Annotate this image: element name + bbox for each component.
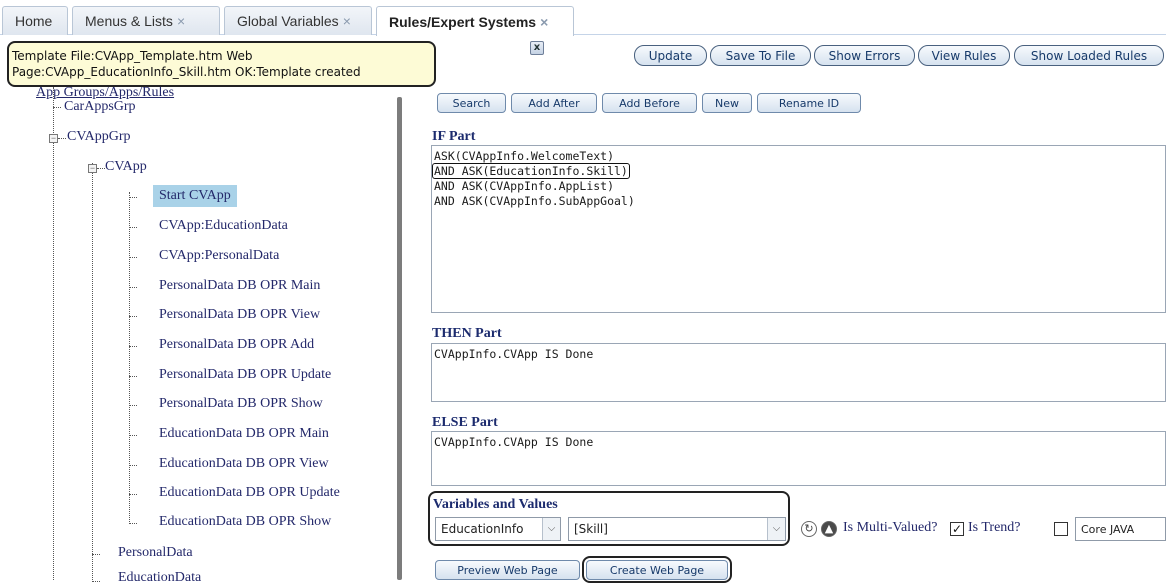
tree-line [129, 405, 137, 406]
variable-select[interactable]: EducationInfo ⌵ [435, 517, 561, 541]
collapse-icon[interactable]: − [49, 134, 58, 143]
tree-rule[interactable]: CVApp:PersonalData [159, 248, 279, 264]
tab-rules-expert-systems[interactable]: Rules/Expert Systems × [376, 6, 574, 36]
tree-line [92, 163, 93, 580]
value-select[interactable]: [Skill] ⌵ [568, 517, 786, 541]
tree-rule[interactable]: PersonalData DB OPR View [159, 307, 320, 323]
save-to-file-button[interactable]: Save To File [710, 45, 811, 66]
tree-node-car-apps-grp[interactable]: CarAppsGrp [64, 99, 136, 115]
tree-rule[interactable]: EducationData DB OPR Show [159, 514, 331, 530]
close-icon[interactable]: × [540, 14, 548, 30]
tab-bar: Home Menus & Lists × Global Variables × … [0, 0, 1166, 36]
tree-rule[interactable]: PersonalData DB OPR Main [159, 278, 320, 294]
tree-line [129, 287, 137, 288]
tree-node-personal-data[interactable]: PersonalData [118, 545, 193, 561]
tree-rule[interactable]: EducationData DB OPR Update [159, 485, 340, 501]
if-line-highlighted: AND ASK(EducationInfo.Skill) [432, 163, 630, 179]
chevron-down-icon: ⌵ [542, 518, 560, 540]
chevron-down-icon: ⌵ [767, 518, 785, 540]
trend-label: Is Trend? [968, 520, 1021, 535]
value-select-value: [Skill] [574, 522, 608, 536]
view-rules-button[interactable]: View Rules [918, 45, 1010, 66]
refresh-icon[interactable]: ↻ [801, 521, 817, 537]
tree-line [129, 376, 137, 377]
tree-line [129, 192, 130, 522]
add-after-button[interactable]: Add After [511, 93, 597, 113]
update-button[interactable]: Update [634, 45, 707, 66]
else-line: CVAppInfo.CVApp IS Done [434, 435, 594, 449]
create-web-page-button[interactable]: Create Web Page [586, 560, 728, 580]
variable-select-value: EducationInfo [441, 522, 524, 536]
tree-line [92, 554, 100, 555]
if-line: ASK(CVAppInfo.WelcomeText) [434, 149, 615, 163]
then-part-textarea[interactable]: CVAppInfo.CVApp IS Done [431, 343, 1166, 402]
add-before-button[interactable]: Add Before [602, 93, 697, 113]
tree-rule[interactable]: PersonalData DB OPR Update [159, 367, 331, 383]
show-errors-button[interactable]: Show Errors [814, 45, 915, 66]
collapse-icon[interactable]: − [88, 164, 97, 173]
new-button[interactable]: New [702, 93, 752, 113]
tree-line [129, 197, 137, 198]
then-part-label: THEN Part [432, 326, 502, 341]
tree-line [129, 523, 137, 524]
tree-line [53, 107, 61, 108]
show-loaded-rules-button[interactable]: Show Loaded Rules [1014, 45, 1164, 66]
tree-line [92, 581, 100, 582]
tree-line [129, 257, 137, 258]
then-line: CVAppInfo.CVApp IS Done [434, 347, 594, 361]
tree-line [58, 138, 66, 139]
if-line: AND ASK(CVAppInfo.SubAppGoal) [434, 194, 635, 208]
tab-label: Home [15, 13, 53, 29]
tree-line [129, 227, 137, 228]
search-button[interactable]: Search [437, 93, 506, 113]
close-icon[interactable]: × [177, 13, 185, 29]
tab-label: Rules/Expert Systems [389, 13, 537, 30]
close-icon[interactable]: × [343, 13, 351, 29]
preview-web-page-button[interactable]: Preview Web Page [435, 560, 580, 580]
status-notice: Template File:CVApp_Template.htm Web Pag… [7, 41, 436, 87]
tab-global-variables[interactable]: Global Variables × [224, 6, 372, 35]
else-part-label: ELSE Part [432, 415, 498, 430]
tree-rule[interactable]: PersonalData DB OPR Show [159, 396, 323, 412]
tree-rule-selected[interactable]: Start CVApp [153, 185, 237, 207]
tab-label: Menus & Lists [85, 13, 173, 29]
multi-valued-label: Is Multi-Valued? [843, 520, 938, 535]
if-line: AND ASK(CVAppInfo.AppList) [434, 179, 615, 193]
tree-rule[interactable]: PersonalData DB OPR Add [159, 337, 314, 353]
variables-label: Variables and Values [433, 497, 558, 512]
tab-home[interactable]: Home [2, 6, 68, 35]
tree-line [129, 346, 137, 347]
if-part-label: IF Part [432, 129, 476, 144]
tree-node-cvapp-grp[interactable]: CVAppGrp [67, 129, 131, 145]
tree-line [129, 316, 137, 317]
tree-line [129, 435, 137, 436]
tree-scrollbar[interactable] [397, 97, 402, 580]
up-arrow-icon[interactable]: ▲ [821, 521, 837, 537]
rename-id-button[interactable]: Rename ID [757, 93, 861, 113]
if-part-textarea[interactable]: ASK(CVAppInfo.WelcomeText) AND ASK(Educa… [431, 145, 1166, 313]
tree-node-education-data[interactable]: EducationData [118, 570, 201, 586]
tree-rule[interactable]: EducationData DB OPR Main [159, 426, 329, 442]
tree-line [53, 87, 54, 133]
tab-label: Global Variables [237, 13, 339, 29]
value-input-text: Core JAVA [1081, 522, 1135, 536]
tree-node-cvapp[interactable]: CVApp [105, 159, 147, 175]
notice-close-icon[interactable]: x [530, 41, 544, 55]
trend-checkbox[interactable]: ✓ [950, 522, 964, 536]
tree-rule[interactable]: CVApp:EducationData [159, 218, 288, 234]
else-part-textarea[interactable]: CVAppInfo.CVApp IS Done [431, 431, 1166, 486]
tree-line [129, 465, 137, 466]
tree-rule[interactable]: EducationData DB OPR View [159, 456, 329, 472]
value-input[interactable]: Core JAVA [1075, 517, 1166, 541]
tree-line [97, 168, 105, 169]
tree-line [53, 142, 54, 580]
tree-line [129, 494, 137, 495]
extra-checkbox[interactable] [1054, 522, 1068, 536]
notice-line: Page:CVApp_EducationInfo_Skill.htm OK:Te… [12, 65, 361, 79]
tab-menus-lists[interactable]: Menus & Lists × [72, 6, 220, 35]
rules-tree: CarAppsGrp − CVAppGrp − CVApp Start CVAp… [0, 87, 410, 585]
notice-line: Template File:CVApp_Template.htm Web [12, 49, 253, 63]
